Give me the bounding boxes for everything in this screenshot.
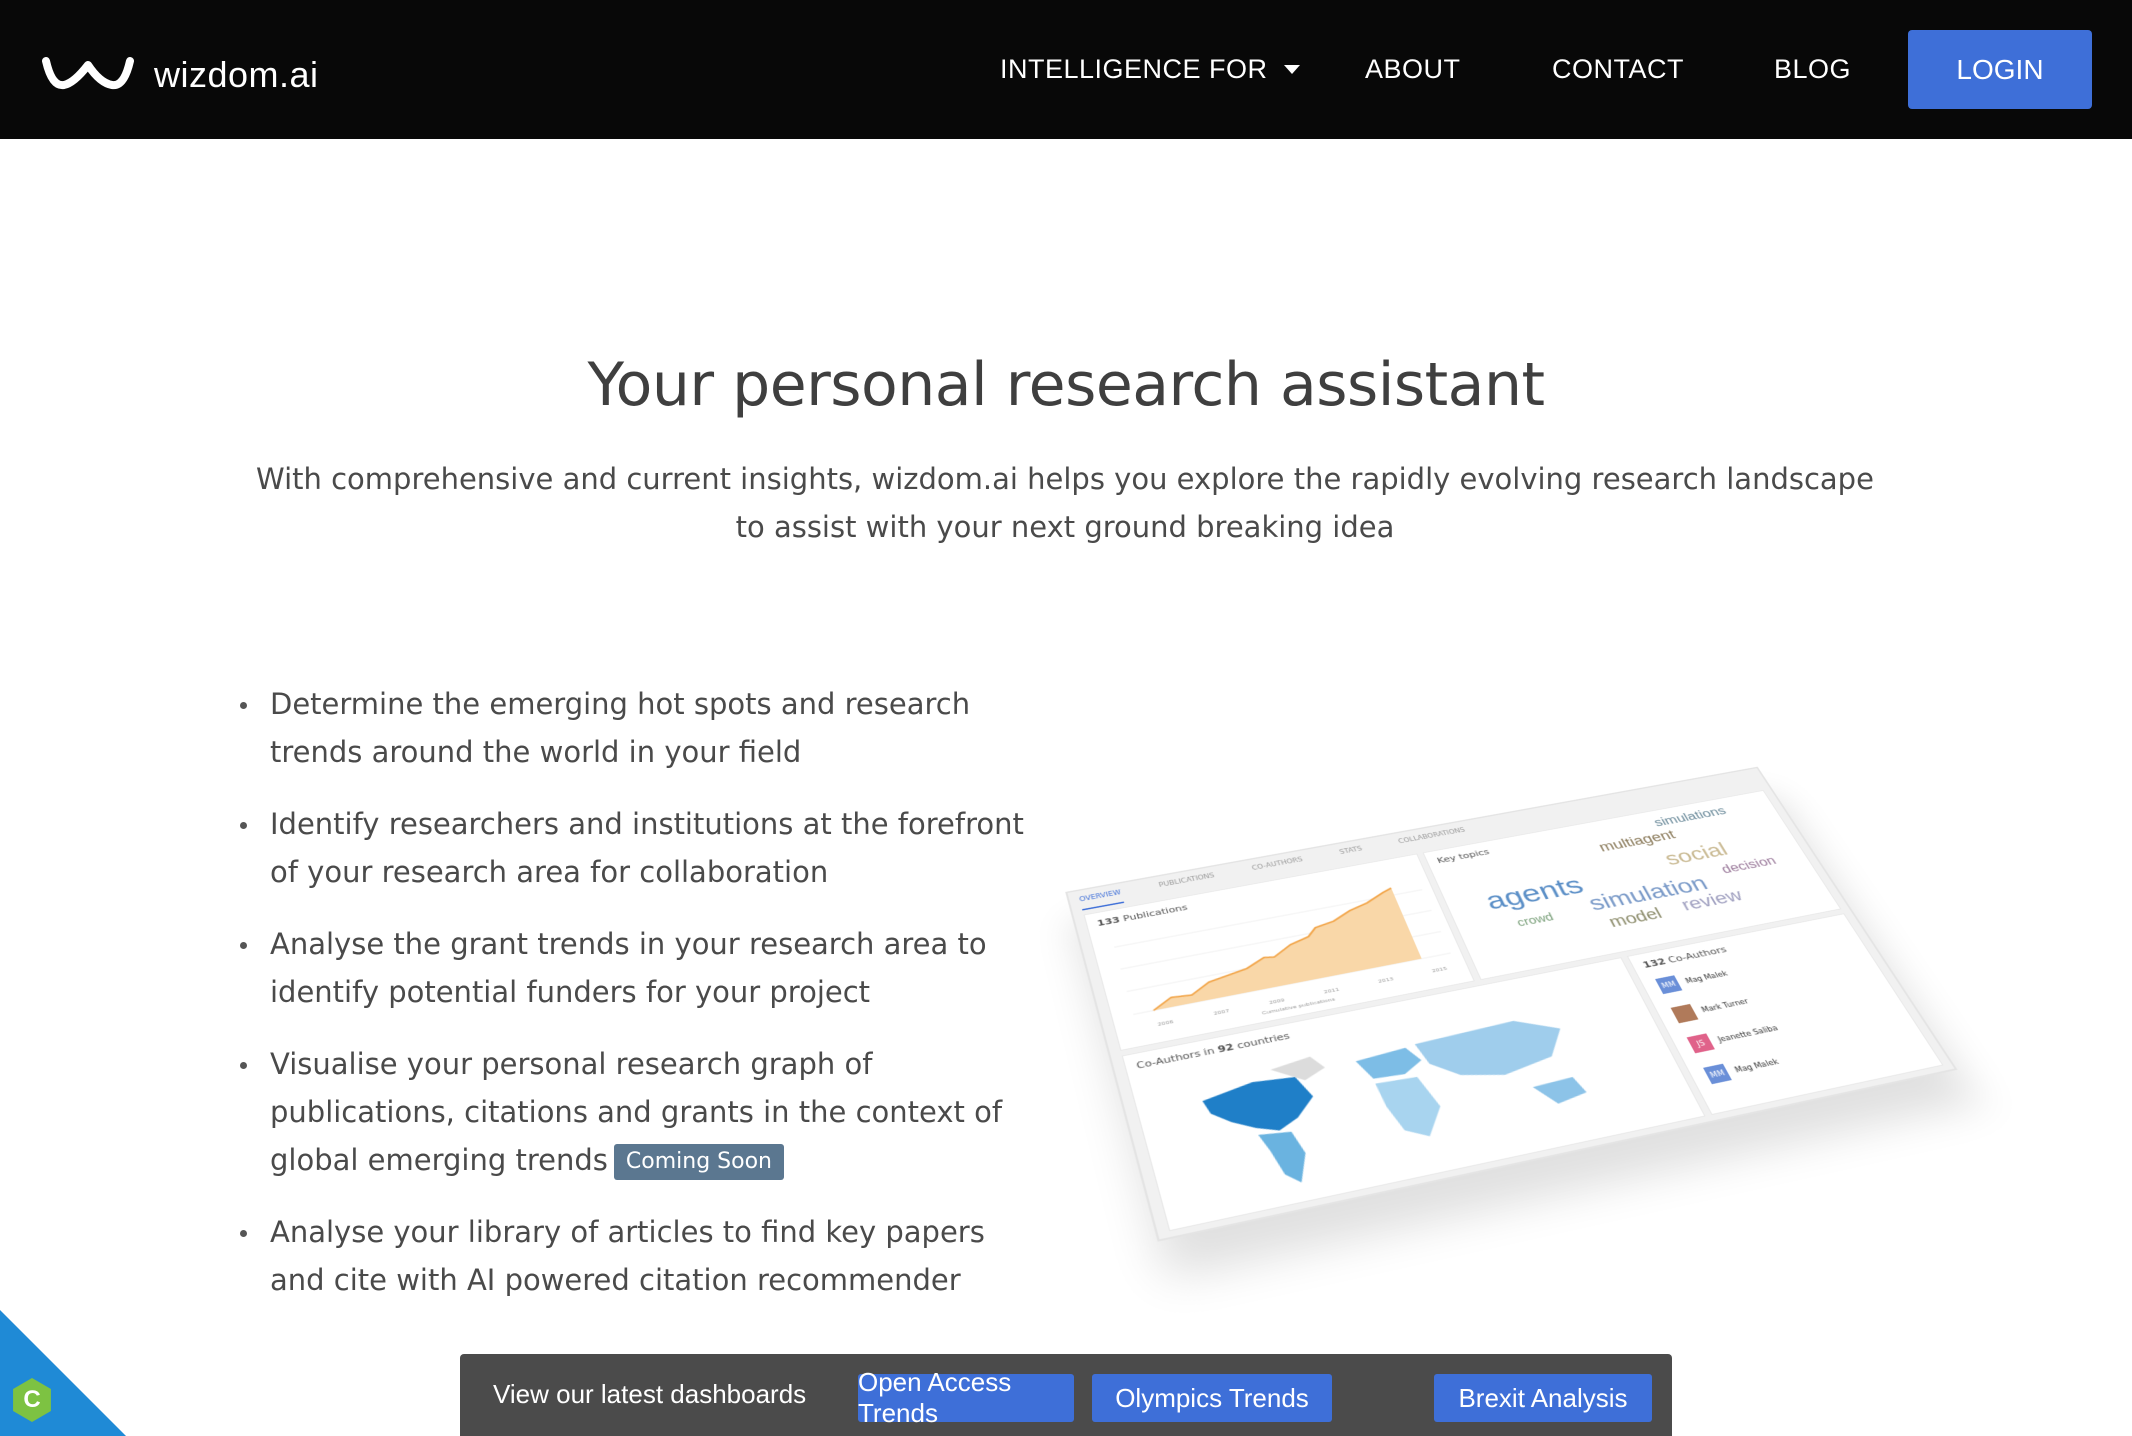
coauthor-item: MM Mag Malek — [1655, 966, 1731, 995]
brand-logo[interactable]: wizdom.ai — [42, 50, 319, 96]
avatar: JS — [1686, 1033, 1715, 1054]
nav-contact[interactable]: CONTACT — [1552, 54, 1684, 85]
feature-list: Determine the emerging hot spots and res… — [238, 680, 1038, 1328]
publications-count: 133 — [1096, 914, 1122, 929]
latest-dashboards-bar: View our latest dashboards Open Access T… — [460, 1354, 1672, 1436]
preview-tab: OVERVIEW — [1078, 889, 1124, 911]
nav-about[interactable]: ABOUT — [1365, 54, 1461, 85]
hero-subtitle: With comprehensive and current insights,… — [256, 462, 1874, 544]
avatar: MM — [1703, 1063, 1732, 1085]
feature-item: Visualise your personal research graph o… — [238, 1040, 1038, 1184]
dashboard-preview-image: OVERVIEW PUBLICATIONS CO-AUTHORS STATS C… — [1065, 760, 1958, 1242]
key-topics-title: Key topics — [1435, 847, 1492, 866]
feature-item: Identify researchers and institutions at… — [238, 800, 1038, 896]
topic-word: crowd — [1514, 910, 1556, 929]
feature-item: Analyse the grant trends in your researc… — [238, 920, 1038, 1016]
corner-ribbon — [0, 1310, 126, 1436]
nav-intelligence-for[interactable]: INTELLIGENCE FOR — [1000, 54, 1300, 85]
coming-soon-badge: Coming Soon — [613, 1144, 784, 1180]
coauthor-item: Mark Turner — [1670, 993, 1752, 1024]
coauthors-count: 132 — [1640, 956, 1668, 971]
nav-blog[interactable]: BLOG — [1774, 54, 1851, 85]
feature-item: Analyse your library of articles to find… — [238, 1208, 1038, 1304]
coauthor-item: JS Jeanette Saliba — [1686, 1020, 1782, 1054]
nav-intelligence-for-label: INTELLIGENCE FOR — [1000, 54, 1268, 84]
login-button[interactable]: LOGIN — [1908, 30, 2092, 109]
olympics-trends-button[interactable]: Olympics Trends — [1092, 1374, 1332, 1422]
avatar — [1670, 1003, 1699, 1024]
avatar: MM — [1655, 975, 1683, 995]
brand-name: wizdom.ai — [154, 54, 319, 95]
coauthor-item: MM Mag Malek — [1703, 1053, 1782, 1085]
corner-chat-widget[interactable]: C — [0, 1310, 126, 1436]
brexit-analysis-button[interactable]: Brexit Analysis — [1434, 1374, 1652, 1422]
top-navbar: wizdom.ai INTELLIGENCE FOR ABOUT CONTACT… — [0, 0, 2132, 139]
open-access-trends-button[interactable]: Open Access Trends — [858, 1367, 1074, 1428]
dashboard-preview: OVERVIEW PUBLICATIONS CO-AUTHORS STATS C… — [1065, 766, 1958, 1242]
dashboards-label: View our latest dashboards — [493, 1379, 807, 1409]
caret-down-icon — [1283, 65, 1300, 74]
topic-word: agents — [1480, 871, 1589, 916]
wizdom-logo-icon — [42, 57, 134, 90]
feature-item: Determine the emerging hot spots and res… — [238, 680, 1038, 776]
page-title: Your personal research assistant — [587, 350, 1545, 420]
topic-word: simulations — [1651, 805, 1729, 830]
preview-tab: STATS — [1338, 845, 1364, 856]
countries-count: 92 — [1216, 1041, 1236, 1055]
coauthors-label: Co-Authors — [1665, 944, 1729, 966]
map-title-suffix: countries — [1235, 1030, 1292, 1052]
